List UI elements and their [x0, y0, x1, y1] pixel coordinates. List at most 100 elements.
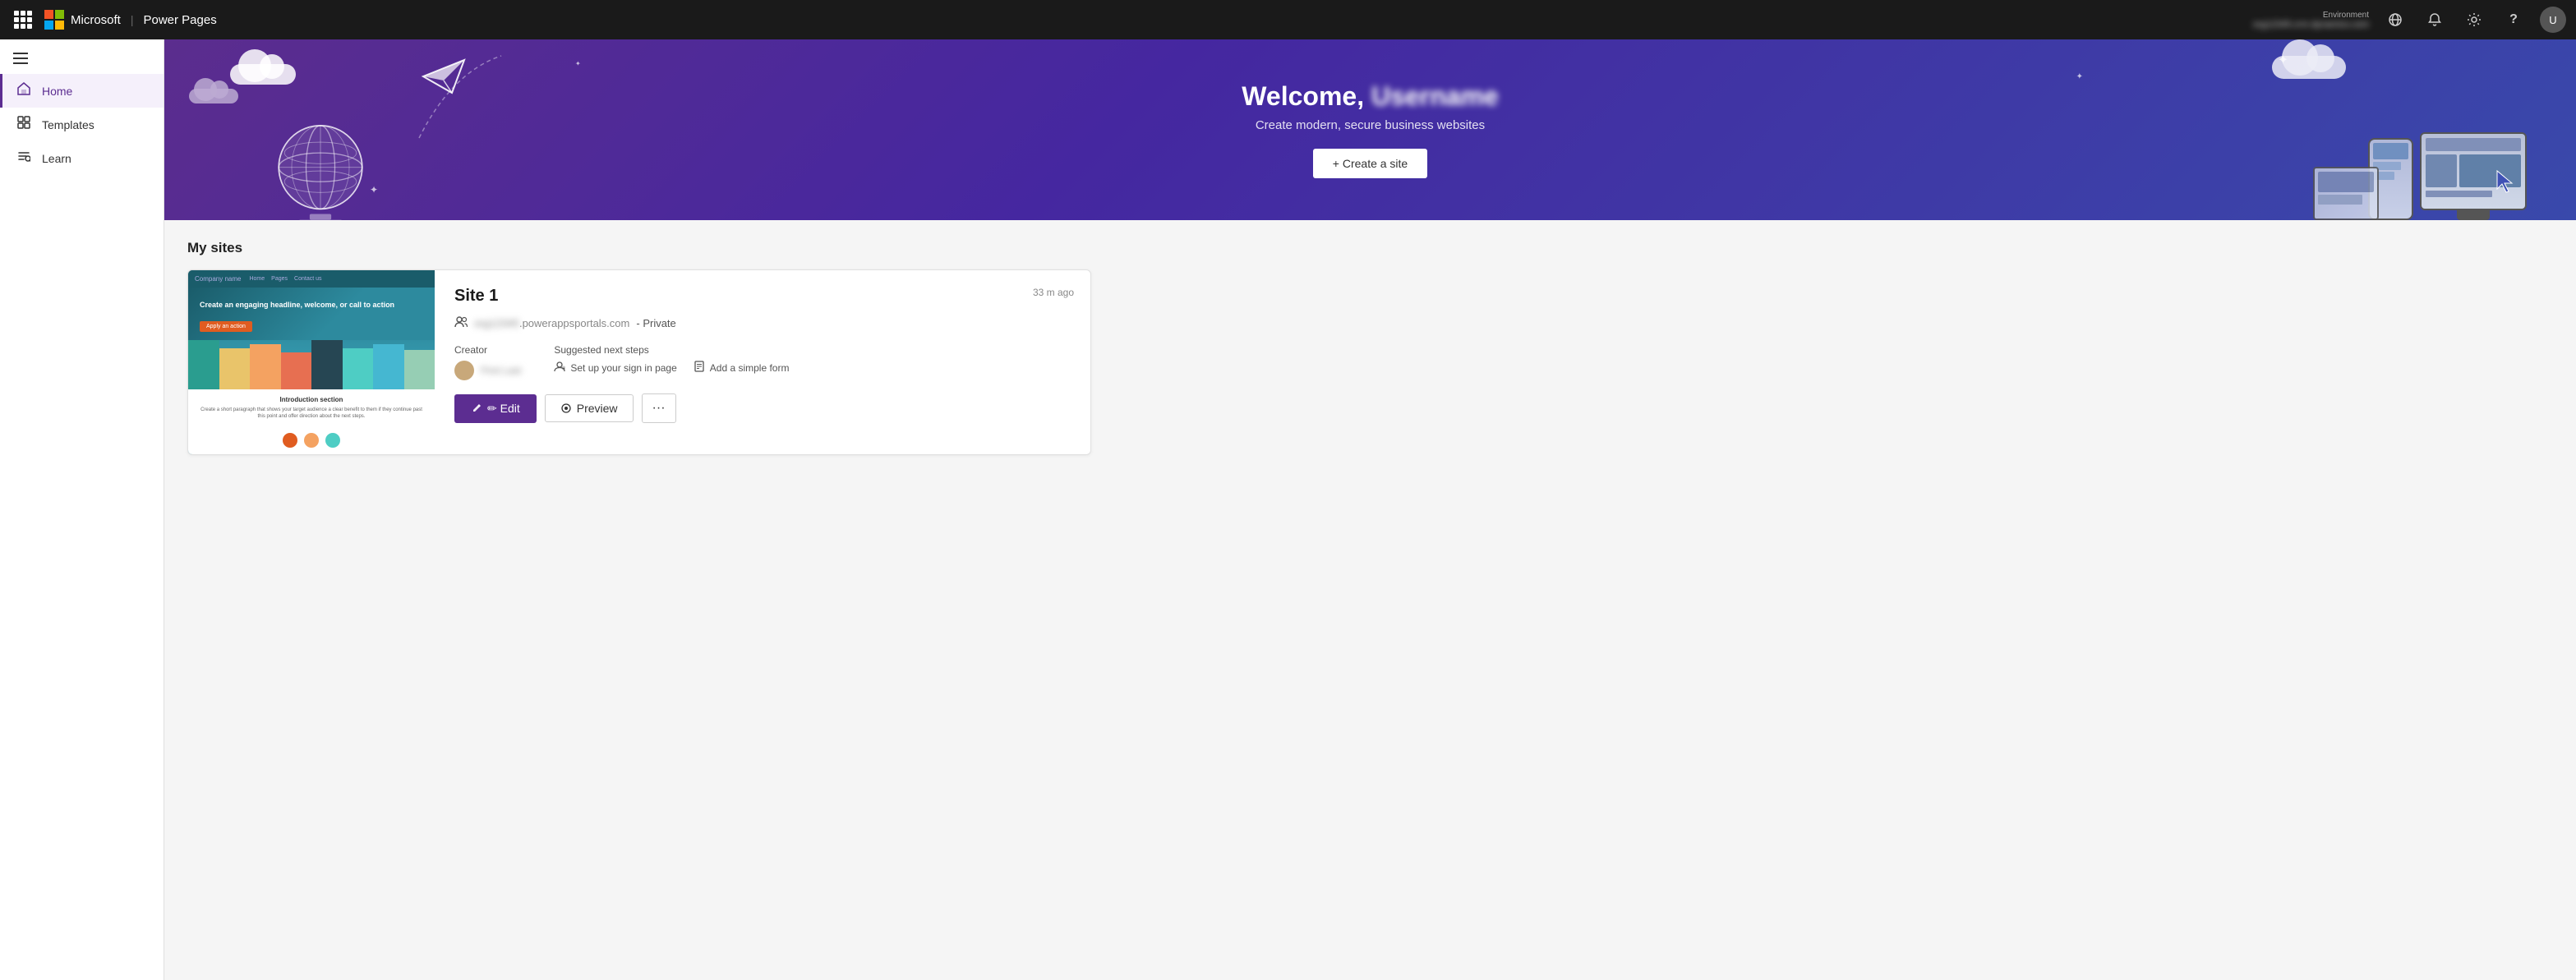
- preview-circles-decoration: [188, 426, 435, 454]
- monitor-stand: [2457, 210, 2490, 220]
- monitor-group: [2420, 132, 2527, 220]
- app-logo: Microsoft | Power Pages: [44, 10, 217, 30]
- create-site-button[interactable]: + Create a site: [1313, 149, 1427, 178]
- preview-intro-section: Introduction section Create a short para…: [188, 389, 435, 427]
- learn-icon: [16, 150, 32, 167]
- preview-nav-home: Home: [249, 276, 265, 282]
- topnav-right-group: Environment org12345.crm.dynamics.com ? …: [2253, 7, 2566, 33]
- hamburger-icon: [13, 53, 28, 64]
- sparkle-4: ✦: [575, 60, 581, 67]
- monitor-mockup: [2420, 132, 2527, 210]
- sidebar-toggle-button[interactable]: [0, 46, 164, 71]
- settings-icon[interactable]: [2461, 7, 2487, 33]
- sidebar-item-label-templates: Templates: [42, 118, 94, 131]
- site-timestamp: 33 m ago: [1033, 287, 1074, 298]
- cloud-decoration-4: [2453, 186, 2510, 204]
- device-mockups: [2368, 132, 2527, 220]
- site-url: org12345.powerappsportals.com: [474, 317, 629, 329]
- waffle-menu-button[interactable]: [10, 7, 36, 33]
- cloud-decoration-2: [189, 89, 238, 104]
- cursor-decoration: [2495, 169, 2518, 200]
- preview-hero: Create an engaging headline, welcome, or…: [188, 288, 435, 340]
- hero-username: Username: [1371, 81, 1499, 112]
- preview-intro-text: Create a short paragraph that shows your…: [200, 407, 423, 421]
- templates-icon: [16, 116, 32, 133]
- sparkle-1: ✦: [2278, 52, 2288, 68]
- site-meta-row: Creator First Last Suggested next steps: [454, 344, 1071, 380]
- site-preview-thumbnail: Company name Home Pages Contact us Creat…: [188, 270, 435, 454]
- cloud-decoration-1: [230, 64, 296, 85]
- user-avatar[interactable]: U: [2540, 7, 2566, 33]
- form-step-icon: [694, 361, 705, 375]
- sidebar-item-templates[interactable]: Templates: [0, 108, 164, 141]
- preview-header: Company name Home Pages Contact us: [188, 270, 435, 288]
- preview-nav-pages: Pages: [271, 276, 288, 282]
- preview-headline: Create an engaging headline, welcome, or…: [200, 301, 423, 311]
- next-steps-items: Set up your sign in page: [554, 361, 789, 375]
- help-icon[interactable]: ?: [2500, 7, 2527, 33]
- site-privacy-label: - Private: [636, 317, 675, 329]
- sidebar: Home Templates Learn: [0, 39, 164, 980]
- signin-step-icon: [554, 361, 565, 375]
- creator-info: First Last: [454, 361, 521, 380]
- form-step-label: Add a simple form: [710, 362, 790, 374]
- hero-text-center: Welcome, Username Create modern, secure …: [1242, 81, 1498, 178]
- sidebar-item-label-home: Home: [42, 85, 72, 98]
- environment-value: org12345.crm.dynamics.com: [2253, 20, 2369, 30]
- preview-intro-title: Introduction section: [200, 396, 423, 403]
- hero-title: Welcome, Username: [1242, 81, 1498, 112]
- sites-section: My sites Company name Home Pages Contact…: [164, 220, 2576, 475]
- site-card: Company name Home Pages Contact us Creat…: [187, 269, 1091, 455]
- sparkle-3: ✦: [370, 184, 378, 196]
- sidebar-item-home[interactable]: Home: [0, 74, 164, 108]
- tablet-mockup: [2313, 167, 2379, 220]
- main-content: ✦ ✦ ✦ ✦: [164, 39, 2576, 980]
- preview-image: [188, 340, 435, 389]
- users-icon: [454, 315, 468, 331]
- more-options-button[interactable]: ···: [642, 393, 676, 423]
- creator-col: Creator First Last: [454, 344, 521, 380]
- paper-plane-decoration: [419, 56, 468, 101]
- environment-selector[interactable]: Environment org12345.crm.dynamics.com: [2253, 11, 2369, 30]
- next-step-signin[interactable]: Set up your sign in page: [554, 361, 676, 375]
- preview-company-name: Company name: [195, 275, 241, 283]
- preview-button-label: Preview: [577, 402, 618, 415]
- product-name: Power Pages: [143, 13, 216, 27]
- preview-icon: [560, 403, 572, 414]
- edit-button[interactable]: ✏ Edit: [454, 394, 537, 423]
- site-name: Site 1: [454, 287, 1071, 306]
- trajectory-decoration: [370, 39, 534, 154]
- hero-subtitle: Create modern, secure business websites: [1242, 118, 1498, 132]
- sites-section-title: My sites: [187, 240, 2553, 256]
- preview-nav: Home Pages Contact us: [249, 276, 321, 282]
- notifications-icon[interactable]: [2422, 7, 2448, 33]
- sparkle-2: ✦: [2076, 72, 2083, 81]
- sidebar-item-learn[interactable]: Learn: [0, 141, 164, 175]
- home-icon: [16, 82, 32, 99]
- preview-nav-contact: Contact us: [294, 276, 321, 282]
- environment-label: Environment: [2323, 11, 2369, 20]
- edit-icon: [471, 403, 482, 414]
- site-info-panel: 33 m ago Site 1 org12345.p: [435, 270, 1090, 454]
- signin-step-label: Set up your sign in page: [570, 362, 676, 374]
- microsoft-logo: [44, 10, 64, 30]
- environment-icon[interactable]: [2382, 7, 2408, 33]
- next-step-form[interactable]: Add a simple form: [694, 361, 790, 375]
- next-steps-col: Suggested next steps: [554, 344, 789, 380]
- sidebar-item-label-learn: Learn: [42, 152, 71, 165]
- app-body: Home Templates Learn ✦: [0, 39, 2576, 980]
- top-navigation: Microsoft | Power Pages Environment org1…: [0, 0, 2576, 39]
- preview-cta-btn: Apply an action: [200, 321, 252, 332]
- app-name: Microsoft: [71, 13, 121, 27]
- preview-colorful-bars: [188, 340, 435, 389]
- preview-button[interactable]: Preview: [545, 394, 634, 422]
- cloud-decoration-3: [2272, 56, 2346, 79]
- site-actions: ✏ Edit Preview ···: [454, 393, 1071, 423]
- site-url-row: org12345.powerappsportals.com - Private: [454, 315, 1071, 331]
- globe-decoration: [263, 113, 378, 220]
- hero-banner: ✦ ✦ ✦ ✦: [164, 39, 2576, 220]
- next-steps-label: Suggested next steps: [554, 344, 789, 356]
- creator-name: First Last: [481, 365, 521, 376]
- creator-avatar: [454, 361, 474, 380]
- phone-mockup: [2368, 138, 2413, 220]
